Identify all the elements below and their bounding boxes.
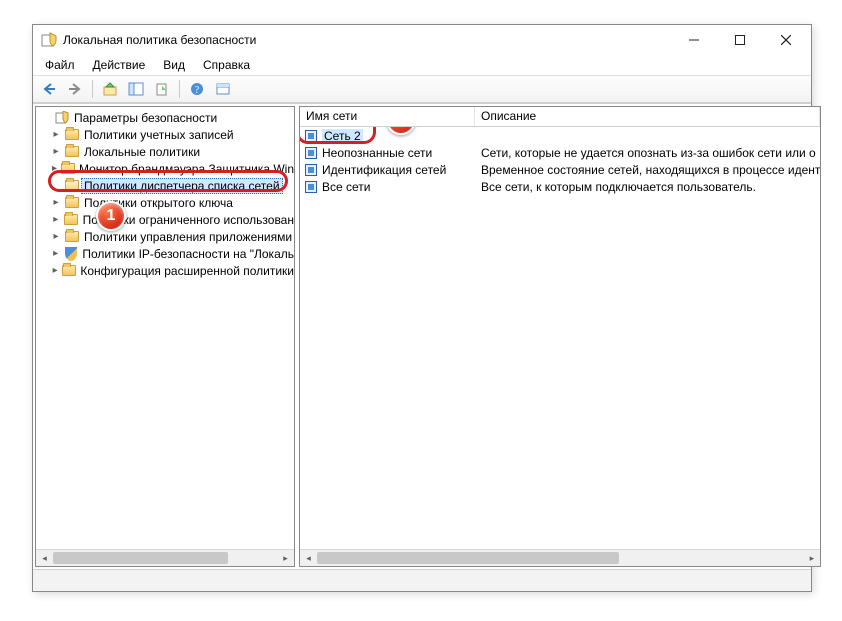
expander-icon[interactable]: ▸ <box>50 146 62 158</box>
folder-open-icon <box>64 179 80 193</box>
tree-item[interactable]: ▸ Политики ограниченного использован <box>36 211 294 228</box>
minimize-button[interactable] <box>671 25 717 55</box>
statusbar <box>33 569 811 591</box>
folder-icon <box>64 128 80 142</box>
folder-icon <box>63 213 78 227</box>
expander-icon[interactable]: ▸ <box>50 214 61 226</box>
tree-label: Политики управления приложениями <box>84 230 292 244</box>
tree-item[interactable]: ▸ Политики управления приложениями <box>36 228 294 245</box>
tree-label: Локальные политики <box>84 145 200 159</box>
network-icon <box>304 129 318 143</box>
column-header-description[interactable]: Описание <box>475 107 820 126</box>
column-header-name[interactable]: Имя сети <box>300 107 475 126</box>
secpol-window: Локальная политика безопасности Файл Дей… <box>32 24 812 592</box>
list-body[interactable]: Сеть 2 Неопознанные сети Сети, которые н… <box>300 127 820 549</box>
scroll-track[interactable] <box>53 550 277 566</box>
properties-button[interactable] <box>211 78 235 100</box>
titlebar[interactable]: Локальная политика безопасности <box>33 25 811 55</box>
scroll-left-button[interactable]: ◂ <box>36 550 53 566</box>
tree-item[interactable]: ▸ Локальные политики <box>36 143 294 160</box>
tree-item[interactable]: ▸ Монитор брандмауэра Защитника Win <box>36 160 294 177</box>
window-controls <box>671 25 809 55</box>
expander-icon[interactable]: ▸ <box>50 265 60 277</box>
help-button[interactable]: ? <box>185 78 209 100</box>
tree-label: Политики ограниченного использован <box>83 213 294 227</box>
toolbar-separator <box>92 80 93 98</box>
up-button[interactable] <box>98 78 122 100</box>
folder-icon <box>62 264 76 278</box>
scroll-thumb[interactable] <box>317 552 619 564</box>
list-item[interactable]: Неопознанные сети Сети, которые не удает… <box>300 144 820 161</box>
tree-pane: Параметры безопасности ▸ Политики учетны… <box>35 106 295 567</box>
tree-item[interactable]: ▸ Политики IP-безопасности на "Локаль <box>36 245 294 262</box>
menu-view[interactable]: Вид <box>155 56 193 74</box>
toolbar-separator <box>179 80 180 98</box>
expander-icon[interactable]: ▸ <box>50 248 61 260</box>
tree-item[interactable]: ▸ Конфигурация расширенной политики <box>36 262 294 279</box>
expander-icon[interactable] <box>50 180 62 192</box>
tree-root-node[interactable]: Параметры безопасности <box>36 109 294 126</box>
menu-action[interactable]: Действие <box>85 56 154 74</box>
folder-icon <box>64 196 80 210</box>
toolbar: ? <box>33 75 811 103</box>
forward-button[interactable] <box>63 78 87 100</box>
maximize-button[interactable] <box>717 25 763 55</box>
expander-icon[interactable] <box>40 112 52 124</box>
list-item-desc: Сети, которые не удается опознать из-за … <box>475 146 820 160</box>
folder-icon <box>64 230 80 244</box>
content-area: Параметры безопасности ▸ Политики учетны… <box>33 103 811 569</box>
expander-icon[interactable]: ▸ <box>50 197 62 209</box>
tree-label: Параметры безопасности <box>74 111 217 125</box>
scroll-thumb[interactable] <box>53 552 228 564</box>
list-item-desc: Временное состояние сетей, находящихся в… <box>475 163 820 177</box>
network-icon <box>304 163 318 177</box>
menu-file[interactable]: Файл <box>37 56 83 74</box>
list-item-desc: Все сети, к которым подключается пользов… <box>475 180 820 194</box>
list-item-name: Идентификация сетей <box>322 163 446 177</box>
tree-item-selected[interactable]: Политики диспетчера списка сетей <box>36 177 294 194</box>
list-item-name: Все сети <box>322 180 371 194</box>
tree-label: Политики учетных записей <box>84 128 234 142</box>
shield-icon <box>54 111 70 125</box>
folder-icon <box>64 145 80 159</box>
network-icon <box>304 180 318 194</box>
expander-icon[interactable]: ▸ <box>50 231 62 243</box>
tree-label: Конфигурация расширенной политики <box>80 264 294 278</box>
close-button[interactable] <box>763 25 809 55</box>
expander-icon[interactable]: ▸ <box>50 129 62 141</box>
list-pane: Имя сети Описание Сеть 2 Н <box>299 106 821 567</box>
show-hide-tree-button[interactable] <box>124 78 148 100</box>
scroll-track[interactable] <box>317 550 803 566</box>
list-item-name: Неопознанные сети <box>322 146 432 160</box>
back-button[interactable] <box>37 78 61 100</box>
scroll-right-button[interactable]: ▸ <box>277 550 294 566</box>
shield-icon <box>63 247 78 261</box>
tree-horizontal-scrollbar[interactable]: ◂ ▸ <box>36 549 294 566</box>
scroll-right-button[interactable]: ▸ <box>803 550 820 566</box>
svg-text:?: ? <box>195 85 200 96</box>
tree-label: Политики IP-безопасности на "Локаль <box>82 247 294 261</box>
tree-item[interactable]: ▸ Политики учетных записей <box>36 126 294 143</box>
list-item-selected[interactable]: Сеть 2 <box>300 127 820 144</box>
list-item-name: Сеть 2 <box>322 129 363 143</box>
network-icon <box>304 146 318 160</box>
app-icon <box>41 32 57 48</box>
menu-help[interactable]: Справка <box>195 56 258 74</box>
tree-item[interactable]: ▸ Политики открытого ключа <box>36 194 294 211</box>
expander-icon[interactable]: ▸ <box>50 163 59 175</box>
tree-body[interactable]: Параметры безопасности ▸ Политики учетны… <box>36 107 294 549</box>
list-horizontal-scrollbar[interactable]: ◂ ▸ <box>300 549 820 566</box>
scroll-left-button[interactable]: ◂ <box>300 550 317 566</box>
window-title: Локальная политика безопасности <box>63 33 671 47</box>
tree-label: Политики открытого ключа <box>84 196 233 210</box>
list-item[interactable]: Идентификация сетей Временное состояние … <box>300 161 820 178</box>
list-item[interactable]: Все сети Все сети, к которым подключаетс… <box>300 178 820 195</box>
export-button[interactable] <box>150 78 174 100</box>
folder-icon <box>61 162 75 176</box>
list-header: Имя сети Описание <box>300 107 820 127</box>
tree-label: Монитор брандмауэра Защитника Win <box>79 162 294 176</box>
tree-label: Политики диспетчера списка сетей <box>81 178 283 194</box>
menubar: Файл Действие Вид Справка <box>33 55 811 75</box>
